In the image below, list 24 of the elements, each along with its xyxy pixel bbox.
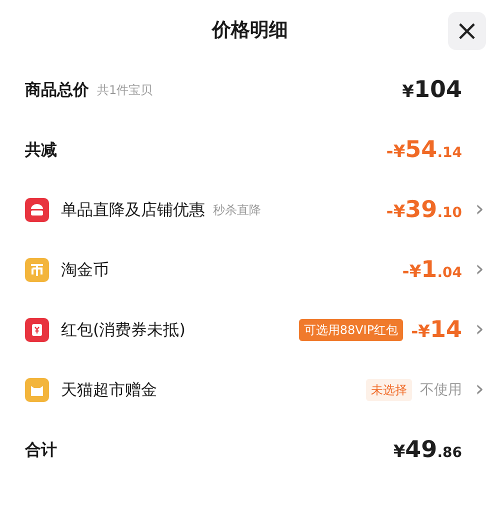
coupon-tag: 未选择 — [366, 379, 412, 401]
status-text: 不使用 — [420, 380, 462, 400]
price-amount: ¥49.86 — [393, 436, 462, 465]
row-note: 秒杀直降 — [213, 202, 261, 219]
row-label: 商品总价 — [25, 79, 89, 101]
row-label: 共减 — [25, 139, 57, 161]
price-amount: -¥1.04 — [402, 256, 462, 285]
row-label: 红包(消费券未抵) — [61, 319, 186, 341]
price-amount: ¥104 — [402, 76, 462, 105]
row-label: 天猫超市赠金 — [61, 379, 157, 401]
price-amount: -¥39.10 — [386, 196, 462, 225]
chevron-icon[interactable]: › — [470, 259, 484, 281]
close-button[interactable]: × — [448, 12, 486, 50]
price-amount: -¥54.14 — [386, 136, 462, 165]
chevron-icon[interactable]: › — [470, 199, 484, 221]
row-label: 淘金币 — [61, 259, 109, 281]
chevron-icon[interactable]: › — [470, 319, 484, 341]
row-label: 合计 — [25, 439, 57, 461]
row-label: 单品直降及店铺优惠 — [61, 199, 205, 221]
price-amount: -¥14 — [411, 316, 462, 345]
sheet-title: 价格明细 — [212, 18, 288, 43]
row-note: 共1件宝贝 — [97, 82, 153, 99]
coupon-tag: 可选用88VIP红包 — [298, 319, 404, 341]
chevron-icon[interactable]: › — [470, 379, 484, 401]
